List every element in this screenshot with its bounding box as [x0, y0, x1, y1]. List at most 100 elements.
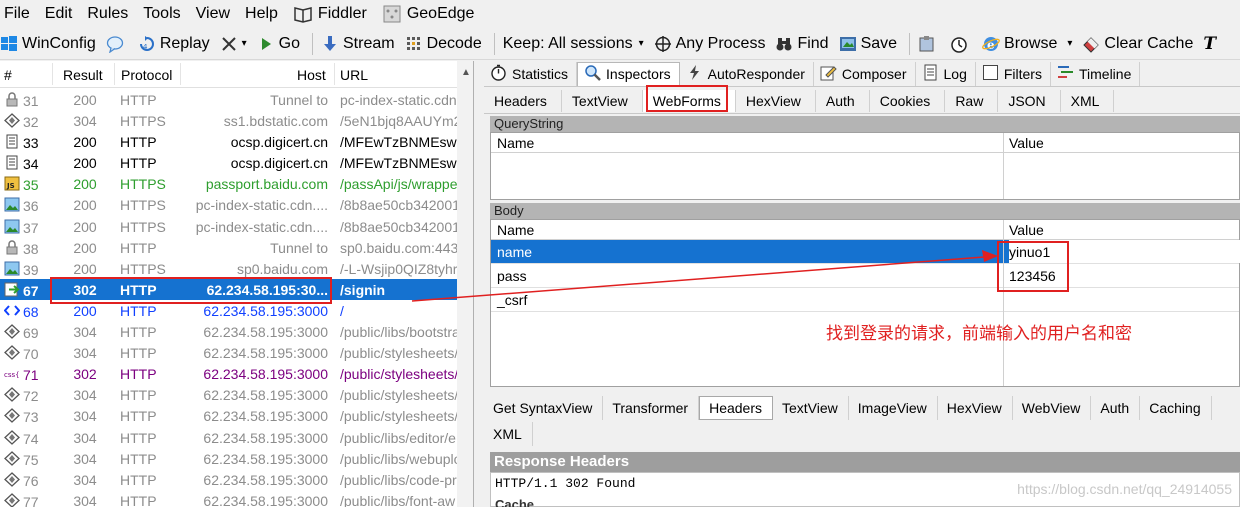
request-tab-webforms[interactable]: WebForms [642, 89, 736, 112]
response-tab-xml[interactable]: XML [484, 422, 533, 446]
session-row[interactable]: 37 200 HTTPS pc-index-static.cdn.... /8b8ae5… [0, 216, 460, 237]
comment-button[interactable] [106, 35, 128, 53]
clear-cache-button[interactable]: Clear Cache [1082, 35, 1193, 53]
session-row[interactable]: 39 200 HTTPS sp0.baidu.com /-L-Wsjip0QIZ8tyh… [0, 258, 460, 279]
tab-composer[interactable]: Composer [814, 61, 916, 86]
session-url: /public/stylesheets/ [340, 366, 458, 383]
save-button[interactable]: Save [839, 35, 897, 53]
response-tab-webview[interactable]: WebView [1013, 396, 1092, 420]
session-protocol: HTTP [120, 92, 157, 108]
menu-view[interactable]: View [196, 5, 230, 23]
session-scrollbar[interactable]: ▲ [457, 61, 473, 507]
menu-help[interactable]: Help [245, 5, 278, 23]
winconfig-button[interactable]: WinConfig [0, 35, 96, 53]
menu-edit[interactable]: Edit [45, 5, 73, 23]
column-divider [1003, 133, 1004, 199]
menu-geoedge[interactable]: GeoEdge [382, 5, 474, 23]
session-num-text: 76 [23, 472, 39, 489]
querystring-name-col[interactable]: Name [497, 135, 534, 151]
session-row[interactable]: 75 304 HTTP 62.234.58.195:3000/public/libs/… [0, 448, 460, 469]
decode-button[interactable]: Decode [405, 35, 482, 53]
col-header-host[interactable]: Host [297, 67, 326, 83]
session-row[interactable]: 68 200 HTTP 62.234.58.195:3000 / [0, 300, 460, 321]
response-tab-auth[interactable]: Auth [1091, 396, 1141, 420]
session-url: /public/stylesheets/ [340, 345, 458, 362]
screenshot-button[interactable] [918, 35, 940, 53]
session-row[interactable]: 73 304 HTTP 62.234.58.195:3000/public/style… [0, 405, 460, 426]
body-name-col[interactable]: Name [497, 222, 534, 238]
stream-button[interactable]: Stream [321, 35, 395, 53]
menu-tools[interactable]: Tools [143, 5, 180, 23]
remove-dropdown-button[interactable]: ▾ [220, 35, 247, 53]
find-button[interactable]: Find [775, 35, 829, 53]
response-tab-get-syntaxview[interactable]: Get SyntaxView [484, 396, 604, 420]
request-tab-raw[interactable]: Raw [945, 89, 999, 112]
col-header-protocol[interactable]: Protocol [121, 67, 172, 83]
col-header-url[interactable]: URL [340, 67, 368, 83]
session-host: 62.234.58.195:3000 [203, 408, 328, 425]
tab-statistics[interactable]: Statistics [484, 61, 578, 86]
session-row[interactable]: 36 200 HTTPS pc-index-static.cdn.... /8b8ae5… [0, 194, 460, 215]
response-tab-caching[interactable]: Caching [1140, 396, 1212, 420]
tab-log[interactable]: Log [916, 61, 976, 86]
session-row[interactable]: 69 304 HTTP 62.234.58.195:3000/public/libs/… [0, 321, 460, 342]
querystring-value-col[interactable]: Value [1009, 135, 1044, 151]
menu-file[interactable]: File [4, 5, 30, 23]
response-cache-group[interactable]: Cache [495, 497, 534, 507]
session-row[interactable]: 31 200 HTTP Tunnel to pc-index-static.cdn [0, 89, 460, 110]
tab-timeline[interactable]: Timeline [1051, 61, 1141, 86]
response-tab-hexview[interactable]: HexView [938, 396, 1013, 420]
session-row[interactable]: 74 304 HTTP 62.234.58.195:3000/public/libs/… [0, 427, 460, 448]
session-row[interactable]: 33 200 HTTP ocsp.digicert.cn/MFEwTzBNMEswST [0, 131, 460, 152]
any-process-button[interactable]: Any Process [654, 34, 766, 53]
session-row[interactable]: css{71 302 HTTP 62.234.58.195:3000/public/s… [0, 363, 460, 384]
session-row[interactable]: 67 302 HTTP 62.234.58.195:30... /signin [0, 278, 460, 300]
session-row[interactable]: 34 200 HTTP ocsp.digicert.cn/MFEwTzBNMEswST [0, 152, 460, 173]
session-row[interactable]: 70 304 HTTP 62.234.58.195:3000/public/style… [0, 342, 460, 363]
diamond-icon [4, 324, 23, 342]
session-result: 200 [73, 260, 97, 277]
go-button[interactable]: Go [257, 35, 300, 53]
session-row[interactable]: JS 35 200 HTTPS passport.baidu.com/passApi/j… [0, 173, 460, 194]
session-host: pc-index-static.cdn.... [195, 218, 328, 235]
response-tab-headers[interactable]: Headers [699, 396, 773, 420]
body-value-col[interactable]: Value [1009, 222, 1044, 238]
menu-fiddler[interactable]: Fiddler [293, 5, 367, 23]
any-process-label: Any Process [675, 34, 766, 52]
response-tab-textview[interactable]: TextView [773, 396, 849, 420]
request-tab-cookies[interactable]: Cookies [870, 89, 946, 112]
tab-label: Filters [1003, 65, 1042, 82]
request-tab-xml[interactable]: XML [1061, 89, 1115, 112]
form-field-row[interactable]: _csrf [491, 288, 1239, 312]
col-header-result[interactable]: Result [63, 67, 103, 83]
session-num: 69 [4, 324, 56, 342]
request-tab-auth[interactable]: Auth [816, 89, 870, 112]
session-num: 37 [4, 219, 56, 237]
menu-rules[interactable]: Rules [87, 5, 128, 23]
col-header-num[interactable]: # [4, 67, 12, 83]
request-tab-hexview[interactable]: HexView [736, 89, 816, 112]
form-field-row[interactable]: pass 123456 [491, 264, 1239, 288]
session-row[interactable]: 32 304 HTTPS ss1.bdstatic.com/5eN1bjq8AAUYm… [0, 110, 460, 131]
browse-button[interactable]: e Browse ▾ [982, 35, 1072, 53]
response-tab-transformer[interactable]: Transformer [603, 396, 700, 420]
request-tab-headers[interactable]: Headers [484, 89, 562, 112]
text-wizard-button[interactable]: T [1203, 34, 1216, 54]
request-tab-textview[interactable]: TextView [562, 89, 643, 112]
tab-filters[interactable]: Filters [976, 61, 1051, 86]
session-row[interactable]: 77 304 HTTP 62.234.58.195:3000/public/libs/… [0, 490, 460, 507]
form-field-row[interactable]: name yinuo1 [491, 240, 1240, 264]
scroll-up-arrow-icon[interactable]: ▲ [461, 67, 471, 78]
session-row[interactable]: 72 304 HTTP 62.234.58.195:3000/public/style… [0, 384, 460, 405]
session-num: 75 [4, 450, 56, 469]
timer-button[interactable] [950, 35, 972, 53]
request-tab-json[interactable]: JSON [998, 89, 1061, 112]
replay-button[interactable]: 4 Replay [138, 35, 210, 53]
keep-sessions-dropdown[interactable]: Keep: All sessions ▾ [503, 35, 644, 53]
tab-inspectors[interactable]: Inspectors [577, 61, 680, 86]
session-row[interactable]: 38 200 HTTP Tunnel to sp0.baidu.com:443 [0, 237, 460, 258]
session-row[interactable]: 76 304 HTTP 62.234.58.195:3000/public/libs/… [0, 469, 460, 490]
tab-autoresponder[interactable]: AutoResponder [680, 61, 814, 86]
response-tab-imageview[interactable]: ImageView [849, 396, 938, 420]
session-num-text: 70 [23, 346, 39, 363]
